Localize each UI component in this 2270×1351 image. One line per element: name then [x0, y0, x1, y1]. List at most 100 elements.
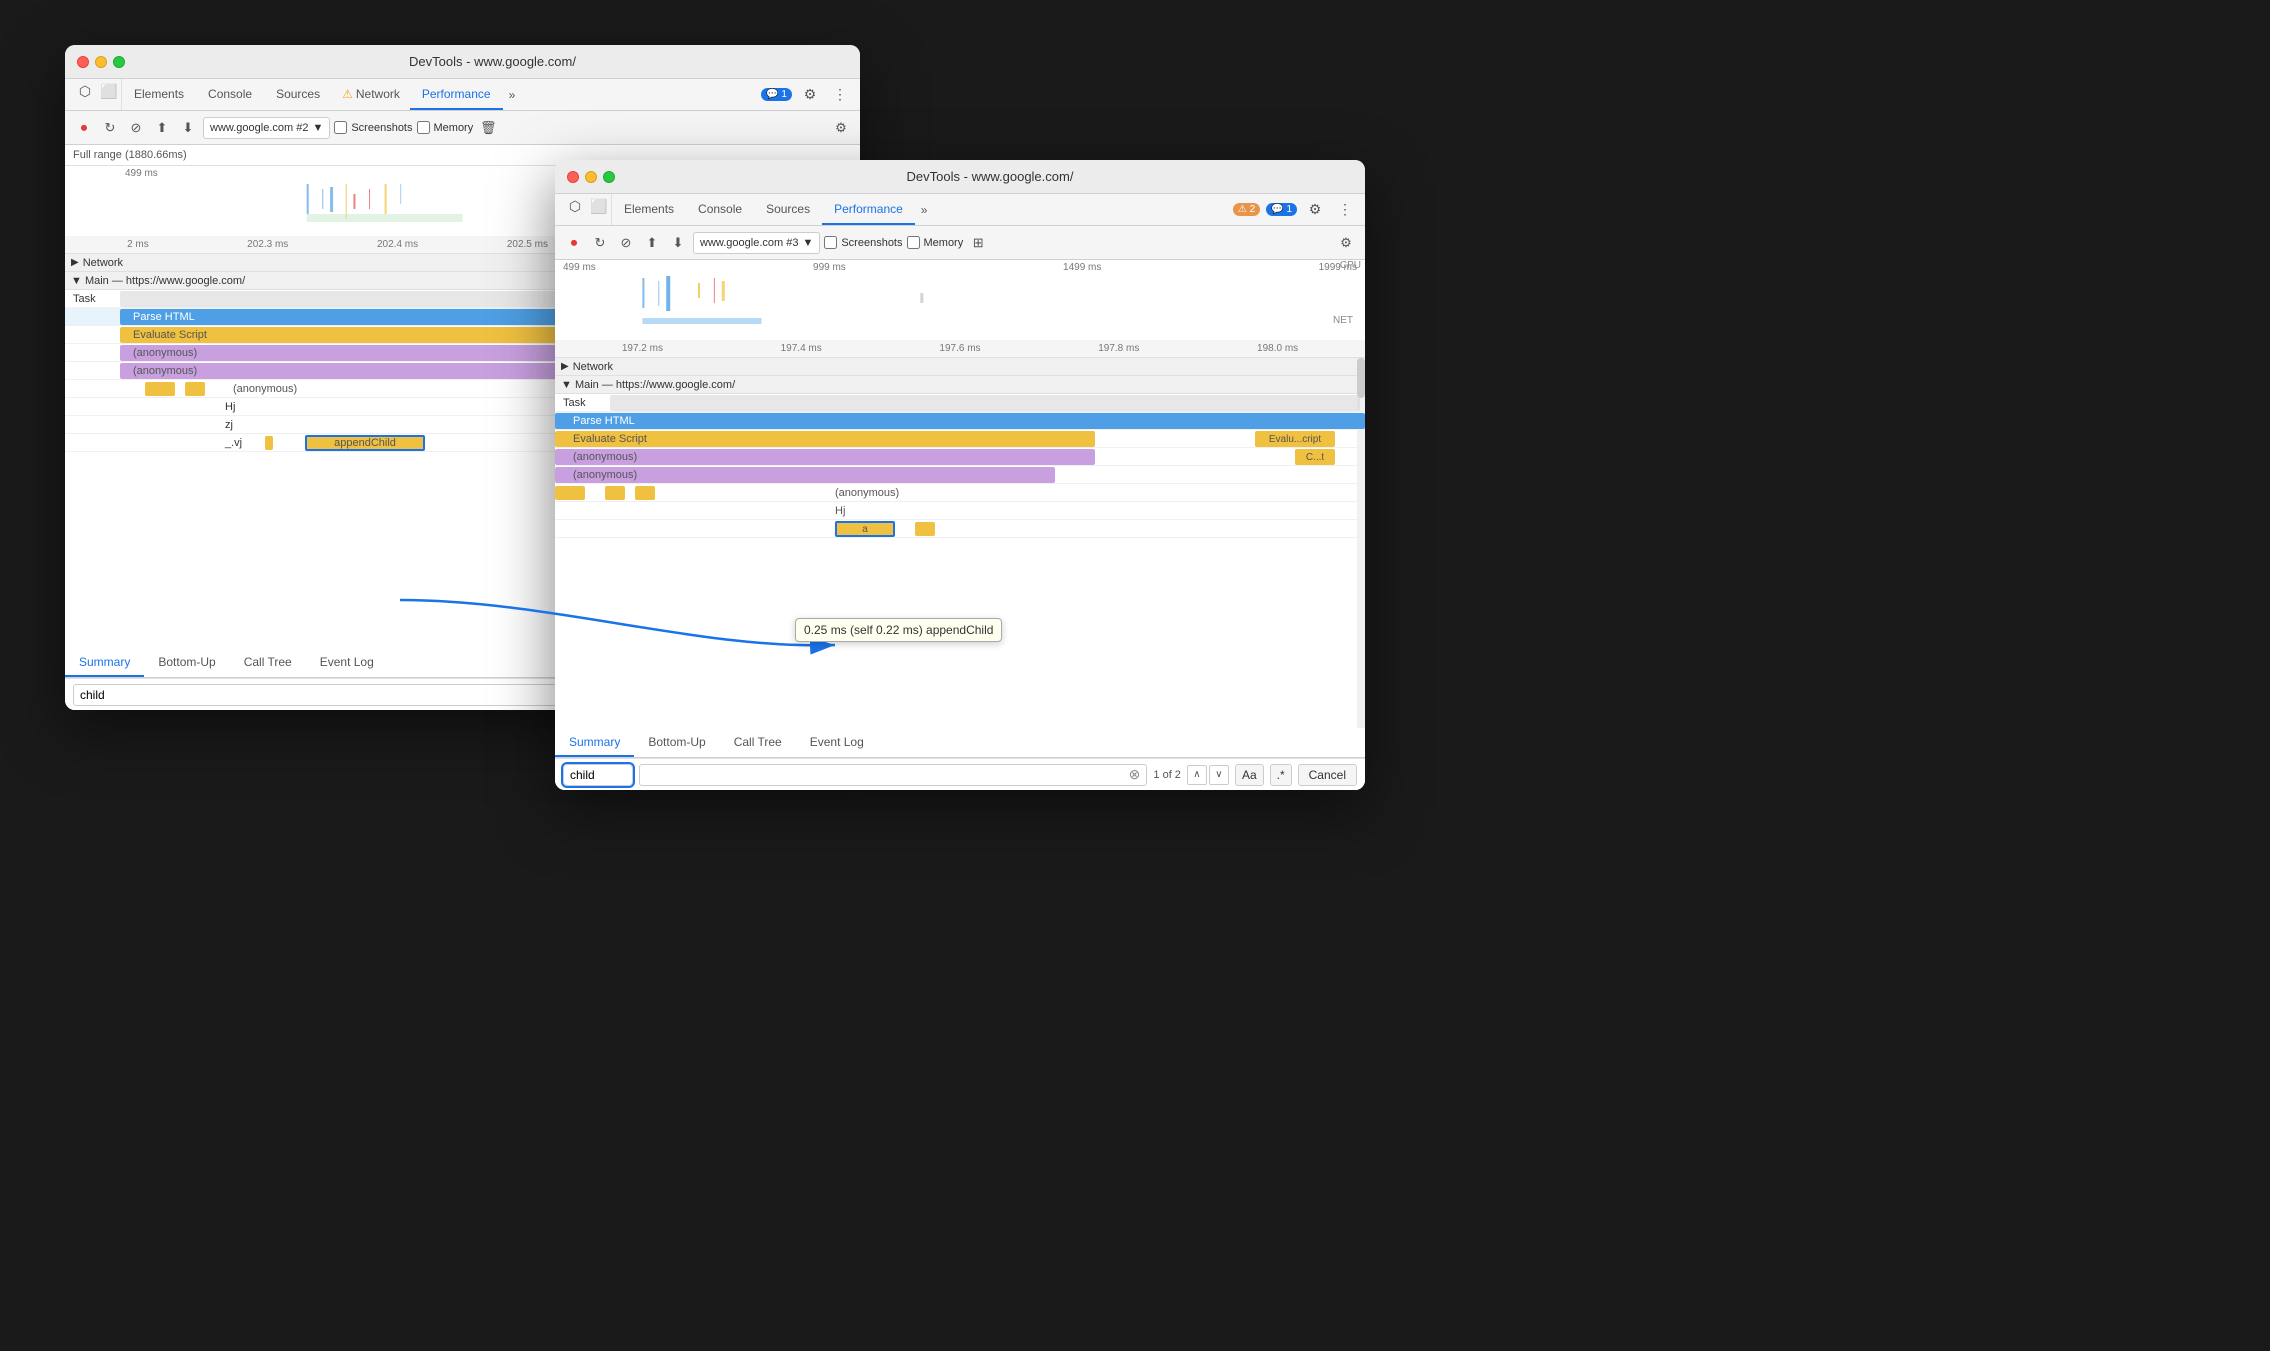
- traffic-lights-1: [77, 56, 125, 68]
- sub-row-2[interactable]: (anonymous): [555, 484, 1365, 502]
- mini-timeline-2[interactable]: 499 ms 999 ms 1499 ms 1999 ms CPU: [555, 260, 1365, 340]
- download-btn-1[interactable]: ⬇: [177, 117, 199, 139]
- parse-html-bar-2: [555, 413, 1365, 429]
- tab-more-2[interactable]: »: [915, 194, 934, 225]
- aa-button-2[interactable]: Aa: [1235, 764, 1264, 786]
- tab-console-2[interactable]: Console: [686, 194, 754, 225]
- window-title-1: DevTools - www.google.com/: [137, 54, 848, 69]
- reload-btn-1[interactable]: ↻: [99, 117, 121, 139]
- task-bar-2: [610, 395, 1360, 411]
- sub-bar-2c: [635, 486, 655, 500]
- eval-script-row-2[interactable]: Evaluate Script Evalu...cript: [555, 430, 1365, 448]
- record-bar-2: ⏺ ↻ ⊘ ⬆ ⬇ www.google.com #3 ▼ Screenshot…: [555, 226, 1365, 260]
- more-icon-1[interactable]: ⋮: [828, 83, 852, 107]
- tab-bottomup-2[interactable]: Bottom-Up: [634, 728, 719, 757]
- window-title-2: DevTools - www.google.com/: [627, 169, 1353, 184]
- memory-check-1[interactable]: Memory: [417, 121, 474, 134]
- inspect-icon-2[interactable]: ⬜: [587, 194, 611, 218]
- search-clear-2[interactable]: ⊗: [1129, 766, 1141, 783]
- search-rest-2[interactable]: ⊗: [639, 764, 1147, 786]
- upload-btn-2[interactable]: ⬆: [641, 232, 663, 254]
- close-button-2[interactable]: [567, 171, 579, 183]
- network-header-2[interactable]: ▶ Network: [555, 358, 1365, 376]
- nav-up-2[interactable]: ∧: [1187, 765, 1207, 785]
- maximize-button-1[interactable]: [113, 56, 125, 68]
- nav-down-2[interactable]: ∨: [1209, 765, 1229, 785]
- tab-summary-2[interactable]: Summary: [555, 728, 634, 757]
- download-btn-2[interactable]: ⬇: [667, 232, 689, 254]
- anon3-2: (anonymous): [835, 487, 899, 499]
- cursor-icon[interactable]: ⬡: [73, 79, 97, 103]
- clear-btn-1[interactable]: ⊘: [125, 117, 147, 139]
- append-child-bar-2[interactable]: a: [835, 521, 895, 537]
- tab-elements-2[interactable]: Elements: [612, 194, 686, 225]
- dot-button-2[interactable]: .*: [1270, 764, 1292, 786]
- screenshots-check-1[interactable]: Screenshots: [334, 121, 412, 134]
- record-btn-2[interactable]: ⏺: [563, 232, 585, 254]
- settings-icon-1[interactable]: ⚙: [798, 83, 822, 107]
- inspect-icon[interactable]: ⬜: [97, 79, 121, 103]
- anon-row-2b[interactable]: (anonymous): [555, 466, 1365, 484]
- search-input-2[interactable]: [570, 768, 626, 782]
- clear-btn-2[interactable]: ⊘: [615, 232, 637, 254]
- main-header-2[interactable]: ▼ Main — https://www.google.com/: [555, 376, 1365, 394]
- url-selector-2[interactable]: www.google.com #3 ▼: [693, 232, 820, 254]
- parse-html-row-2[interactable]: Parse HTML: [555, 412, 1365, 430]
- traffic-lights-2: [567, 171, 615, 183]
- tab-sources-1[interactable]: Sources: [264, 79, 332, 110]
- record-bar-1: ⏺ ↻ ⊘ ⬆ ⬇ www.google.com #2 ▼ Screenshot…: [65, 111, 860, 145]
- ruler-1976ms: 197.6 ms: [881, 343, 1040, 354]
- settings-rec-2[interactable]: ⚙: [1335, 232, 1357, 254]
- small-bar-2a: [915, 522, 935, 536]
- j-row-2[interactable]: j a: [555, 520, 1365, 538]
- bottom-tab-bar-2: Summary Bottom-Up Call Tree Event Log: [555, 728, 1365, 758]
- hj-row-2[interactable]: Hj: [555, 502, 1365, 520]
- tab-bottomup-1[interactable]: Bottom-Up: [144, 648, 229, 677]
- record-btn-1[interactable]: ⏺: [73, 117, 95, 139]
- tab-console-1[interactable]: Console: [196, 79, 264, 110]
- flame-area-2[interactable]: ▶ Network ▼ Main — https://www.google.co…: [555, 358, 1365, 728]
- search-count-2: 1 of 2: [1153, 769, 1181, 781]
- nav-buttons-2: ∧ ∨: [1187, 765, 1229, 785]
- chat-badge-2: 💬 1: [1266, 203, 1297, 216]
- tab-summary-1[interactable]: Summary: [65, 648, 144, 677]
- tab-performance-1[interactable]: Performance: [410, 79, 503, 110]
- tab-calltree-1[interactable]: Call Tree: [230, 648, 306, 677]
- tab-eventlog-1[interactable]: Event Log: [306, 648, 388, 677]
- message-badge-1: 💬 1: [761, 88, 792, 101]
- url-selector-1[interactable]: www.google.com #2 ▼: [203, 117, 330, 139]
- tab-elements-1[interactable]: Elements: [122, 79, 196, 110]
- settings-icon-2[interactable]: ⚙: [1303, 198, 1327, 222]
- minimize-button-2[interactable]: [585, 171, 597, 183]
- tab-eventlog-2[interactable]: Event Log: [796, 728, 878, 757]
- reload-btn-2[interactable]: ↻: [589, 232, 611, 254]
- tab-performance-2[interactable]: Performance: [822, 194, 915, 225]
- trash-btn-1[interactable]: 🗑: [477, 117, 499, 139]
- j-label-2: j: [555, 523, 837, 535]
- tab-actions-2: ⚠ 2 💬 1 ⚙ ⋮: [1233, 194, 1357, 225]
- tab-sources-2[interactable]: Sources: [754, 194, 822, 225]
- search-input-wrap-2[interactable]: [563, 764, 633, 786]
- more-icon-2[interactable]: ⋮: [1333, 198, 1357, 222]
- anon-row-2a[interactable]: (anonymous) C...t: [555, 448, 1365, 466]
- marker-1499-2: 1499 ms: [1063, 262, 1101, 273]
- scroll-thumb-2[interactable]: [1357, 358, 1365, 398]
- close-button-1[interactable]: [77, 56, 89, 68]
- tab-calltree-2[interactable]: Call Tree: [720, 728, 796, 757]
- screenshots-check-2[interactable]: Screenshots: [824, 236, 902, 249]
- memory-check-2[interactable]: Memory: [907, 236, 964, 249]
- timeline-chart-2[interactable]: NET: [563, 273, 1357, 328]
- tab-network-1[interactable]: ⚠ Network: [332, 79, 410, 110]
- tab-more-1[interactable]: »: [503, 79, 522, 110]
- maximize-button-2[interactable]: [603, 171, 615, 183]
- sub-anon-bar2: [185, 382, 205, 396]
- grid-btn-2[interactable]: ⊞: [967, 232, 989, 254]
- cancel-button-2[interactable]: Cancel: [1298, 764, 1357, 786]
- settings-rec-1[interactable]: ⚙: [830, 117, 852, 139]
- content-area-2: 499 ms 999 ms 1499 ms 1999 ms CPU: [555, 260, 1365, 790]
- append-child-bar-1[interactable]: appendChild: [305, 435, 425, 451]
- cursor-icon-2[interactable]: ⬡: [563, 194, 587, 218]
- sub-anon-bar: [145, 382, 175, 396]
- minimize-button-1[interactable]: [95, 56, 107, 68]
- upload-btn-1[interactable]: ⬆: [151, 117, 173, 139]
